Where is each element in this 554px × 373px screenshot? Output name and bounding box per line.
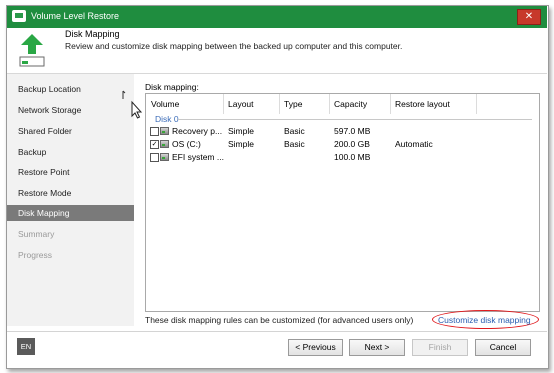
close-button[interactable]: ✕: [517, 9, 541, 25]
group-divider: [178, 119, 532, 120]
wizard-header: Disk Mapping Review and customize disk m…: [7, 28, 547, 74]
footer-divider: [7, 331, 547, 332]
volume-name: EFI system ...: [172, 152, 224, 162]
volume-name: OS (C:): [172, 139, 201, 149]
step-backup-location[interactable]: Backup Location: [7, 81, 134, 97]
app-icon: [12, 10, 26, 22]
window-title: Volume Level Restore: [31, 11, 120, 21]
volume-restore-layout: Automatic: [395, 139, 433, 149]
page-title: Disk Mapping: [65, 29, 120, 39]
disk-group-label: Disk 0: [155, 114, 179, 124]
volume-icon: [160, 153, 169, 161]
column-divider: [329, 94, 330, 114]
volume-capacity: 100.0 MB: [334, 152, 371, 162]
title-bar: Volume Level Restore ✕: [7, 6, 547, 28]
volume-type: Basic: [284, 139, 305, 149]
column-header-type[interactable]: Type: [284, 99, 302, 109]
step-network-storage[interactable]: Network Storage: [7, 102, 134, 118]
cancel-button[interactable]: Cancel: [475, 339, 531, 356]
column-header-capacity[interactable]: Capacity: [334, 99, 367, 109]
mouse-cursor-icon: [122, 90, 143, 119]
customize-disk-mapping-link[interactable]: Customize disk mapping: [438, 315, 531, 325]
step-disk-mapping[interactable]: Disk Mapping: [7, 205, 134, 221]
language-indicator[interactable]: EN: [17, 338, 35, 355]
column-divider: [390, 94, 391, 114]
disk-mapping-label: Disk mapping:: [145, 82, 199, 92]
column-header-layout[interactable]: Layout: [228, 99, 254, 109]
table-row[interactable]: ✓ OS (C:) Simple Basic 200.0 GB Automati…: [146, 139, 536, 151]
customization-note: These disk mapping rules can be customiz…: [145, 315, 414, 325]
column-divider: [279, 94, 280, 114]
step-summary: Summary: [18, 229, 55, 239]
step-restore-mode[interactable]: Restore Mode: [7, 185, 134, 201]
column-divider: [223, 94, 224, 114]
volume-type: Basic: [284, 126, 305, 136]
previous-button[interactable]: < Previous: [288, 339, 343, 356]
column-divider: [476, 94, 477, 114]
table-row[interactable]: Recovery p... Simple Basic 597.0 MB: [146, 126, 536, 138]
restore-up-arrow-icon: [19, 34, 45, 67]
volume-capacity: 200.0 GB: [334, 139, 370, 149]
wizard-steps-sidebar: Backup Location Network Storage Shared F…: [7, 74, 134, 326]
step-shared-folder[interactable]: Shared Folder: [7, 123, 134, 139]
volume-capacity: 597.0 MB: [334, 126, 371, 136]
step-backup[interactable]: Backup: [7, 144, 134, 160]
finish-button: Finish: [412, 339, 468, 356]
page-description: Review and customize disk mapping betwee…: [65, 41, 403, 51]
volume-name: Recovery p...: [172, 126, 223, 136]
step-restore-point[interactable]: Restore Point: [7, 164, 134, 180]
volume-icon: [160, 140, 169, 148]
step-progress: Progress: [18, 250, 53, 260]
table-row[interactable]: EFI system ... 100.0 MB: [146, 152, 536, 164]
volume-checkbox[interactable]: [150, 127, 159, 136]
next-button[interactable]: Next >: [349, 339, 405, 356]
disk-mapping-table: Volume Layout Type Capacity Restore layo…: [145, 93, 540, 312]
volume-layout: Simple: [228, 139, 254, 149]
volume-checkbox[interactable]: ✓: [150, 140, 159, 149]
volume-icon: [160, 127, 169, 135]
column-header-volume[interactable]: Volume: [151, 99, 179, 109]
volume-layout: Simple: [228, 126, 254, 136]
column-header-restore-layout[interactable]: Restore layout: [395, 99, 450, 109]
volume-checkbox[interactable]: [150, 153, 159, 162]
